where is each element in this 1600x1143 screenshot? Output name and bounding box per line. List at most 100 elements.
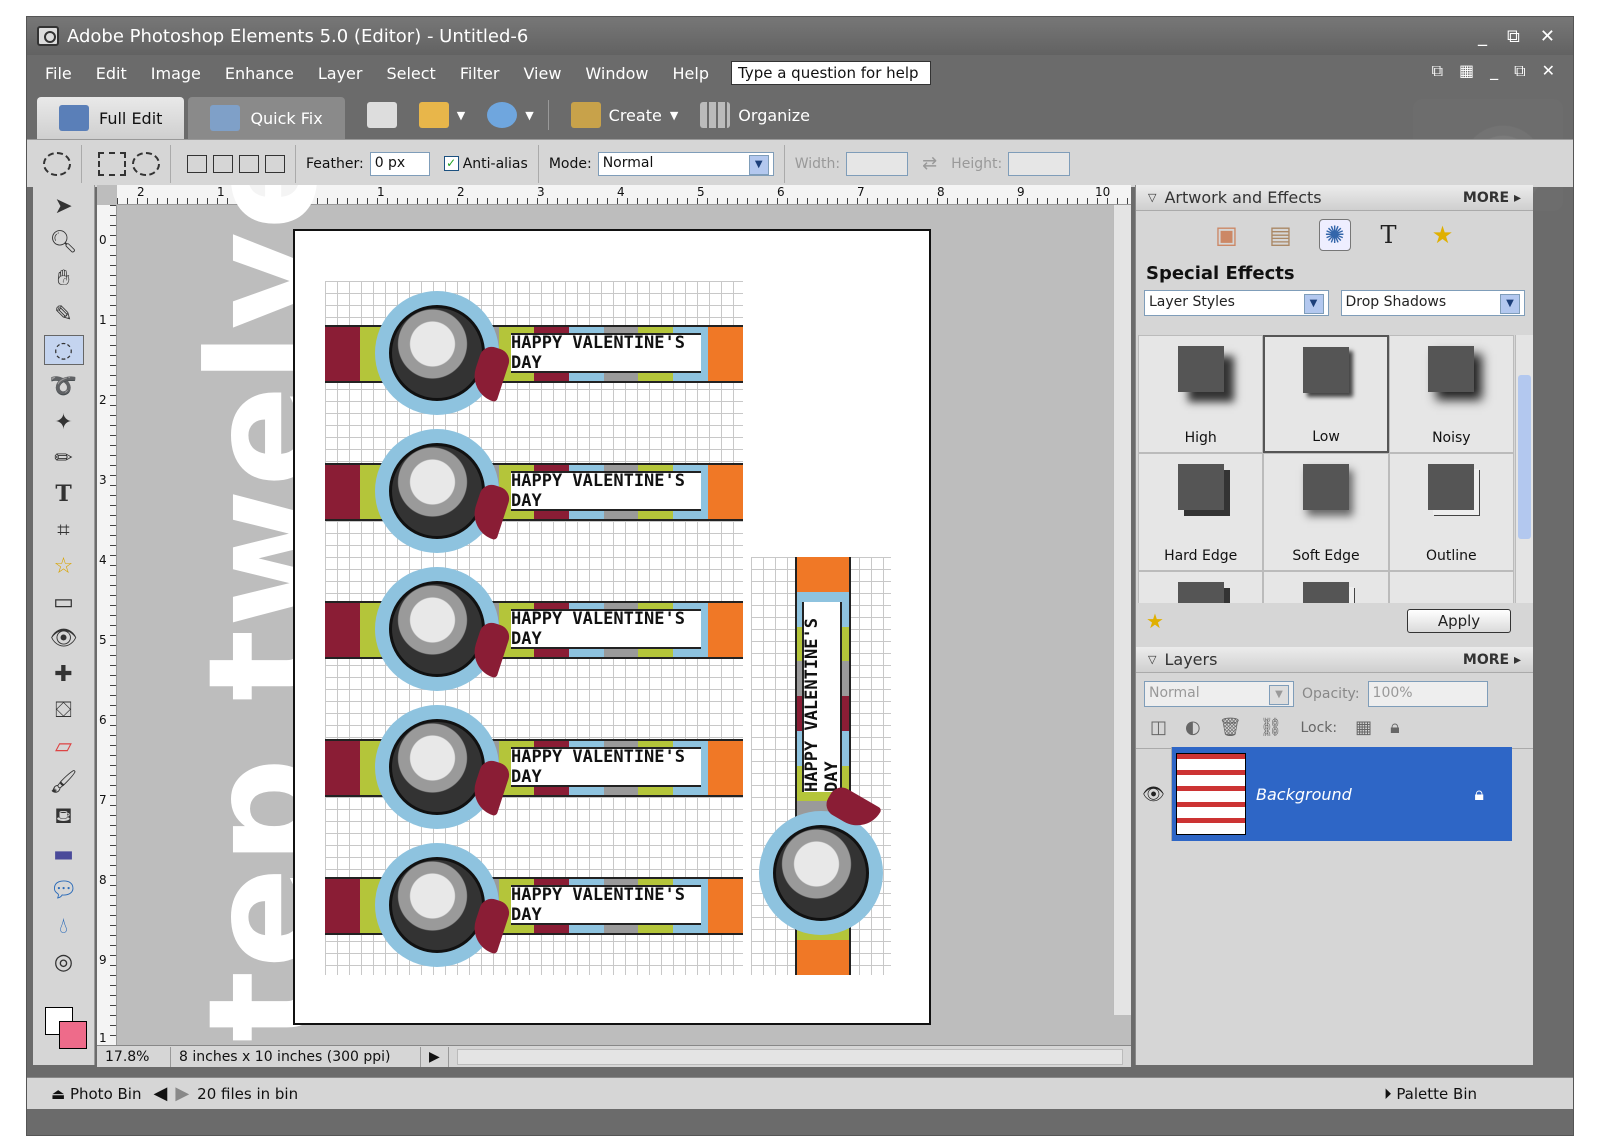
tile-icon[interactable]: ⧉ xyxy=(1432,61,1443,81)
red-eye-tool-icon[interactable]: 👁︎ xyxy=(44,623,84,653)
zoom-level[interactable]: 17.8% xyxy=(97,1046,171,1067)
scrollbar-thumb[interactable] xyxy=(1518,375,1531,539)
cookie-cutter-tool-icon[interactable]: ☆ xyxy=(44,551,84,581)
add-selection-icon[interactable] xyxy=(213,154,233,173)
canvas-area[interactable]: 2 1 0 1 2 3 4 5 6 7 8 9 10 0 1 2 3 4 5 6… xyxy=(97,185,1131,1045)
favorite-star-icon[interactable]: ★ xyxy=(1146,609,1164,633)
sponge-tool-icon[interactable]: ◎ xyxy=(44,947,84,977)
selection-brush-tool-icon[interactable]: ✏ xyxy=(44,443,84,473)
create-button[interactable]: Create ▼ xyxy=(570,102,678,128)
effect-more-2[interactable] xyxy=(1263,571,1389,603)
magic-wand-tool-icon[interactable]: ✦ xyxy=(44,407,84,437)
feather-input[interactable]: 0 px xyxy=(369,151,430,176)
intersect-selection-icon[interactable] xyxy=(265,154,285,173)
color-swatches[interactable] xyxy=(45,1007,89,1051)
swap-icon[interactable]: ⇄ xyxy=(922,153,937,174)
document-page[interactable]: HAPPY VALENTINE'S DAY HAPPY VALENTINE'S … xyxy=(293,229,931,1025)
lock-transparency-icon[interactable]: ▦ xyxy=(1355,717,1372,738)
more-menu-button[interactable]: MORE ▸ xyxy=(1463,652,1521,668)
previous-icon[interactable]: ◀ xyxy=(153,1083,167,1104)
doc-close-icon[interactable]: ✕ xyxy=(1542,61,1555,81)
shape-tool-icon[interactable]: 💬︎ xyxy=(44,875,84,905)
menu-view[interactable]: View xyxy=(511,64,573,83)
layer-styles-select[interactable]: Layer Styles ▼ xyxy=(1144,290,1329,316)
tab-quick-fix[interactable]: Quick Fix xyxy=(188,97,345,139)
menu-image[interactable]: Image xyxy=(139,64,213,83)
frames-icon[interactable]: ▤ xyxy=(1265,219,1297,251)
eyedropper-tool-icon[interactable]: ✎ xyxy=(44,299,84,329)
photo-bin-toggle[interactable]: ⏏ Photo Bin xyxy=(51,1085,141,1103)
effect-low[interactable]: Low xyxy=(1263,335,1389,453)
minimize-button[interactable]: _ xyxy=(1478,26,1487,47)
apply-button[interactable]: Apply xyxy=(1407,609,1511,633)
effects-scrollbar[interactable] xyxy=(1515,335,1533,603)
canvas-horizontal-scrollbar[interactable] xyxy=(456,1048,1123,1065)
menu-help[interactable]: Help xyxy=(661,64,721,83)
blur-tool-icon[interactable]: 💧︎ xyxy=(44,911,84,941)
new-layer-icon[interactable]: ◫ xyxy=(1150,717,1167,738)
lasso-tool-icon[interactable]: ➰ xyxy=(44,371,84,401)
collapse-triangle-icon[interactable]: ▽ xyxy=(1148,191,1156,204)
clone-stamp-tool-icon[interactable]: ⛋ xyxy=(44,695,84,725)
new-selection-icon[interactable] xyxy=(187,154,207,173)
subtract-selection-icon[interactable] xyxy=(239,154,259,173)
rectangle-marquee-icon[interactable] xyxy=(98,151,126,176)
healing-brush-tool-icon[interactable]: ✚ xyxy=(44,659,84,689)
layer-selected[interactable]: Background 🔒︎ xyxy=(1172,747,1512,841)
lock-all-icon[interactable]: 🔒︎ xyxy=(1390,717,1400,738)
straighten-tool-icon[interactable]: ▭ xyxy=(44,587,84,617)
canvas-vertical-scrollbar[interactable] xyxy=(1113,205,1131,1015)
zoom-tool-icon[interactable]: 🔍︎ xyxy=(44,227,84,257)
menu-window[interactable]: Window xyxy=(573,64,660,83)
hand-tool-icon[interactable]: ✋︎ xyxy=(44,263,84,293)
background-color[interactable] xyxy=(59,1021,87,1049)
antialias-checkbox[interactable]: ✓ Anti-alias xyxy=(443,156,528,172)
share-button[interactable]: ▼ xyxy=(418,102,465,128)
menu-select[interactable]: Select xyxy=(374,64,447,83)
width-input[interactable] xyxy=(846,151,909,176)
height-input[interactable] xyxy=(1008,151,1071,176)
favorites-icon[interactable]: ★ xyxy=(1427,219,1459,251)
elliptical-marquee-icon[interactable] xyxy=(43,151,71,176)
print-button[interactable] xyxy=(366,102,397,128)
next-icon[interactable]: ▶ xyxy=(175,1083,189,1104)
crop-tool-icon[interactable]: ⌗ xyxy=(44,515,84,545)
adjustment-layer-icon[interactable]: ◐ xyxy=(1185,717,1201,738)
layer-row[interactable]: 👁︎ Background 🔒︎ xyxy=(1136,747,1512,841)
email-button[interactable]: ▼ xyxy=(487,102,534,128)
menu-enhance[interactable]: Enhance xyxy=(213,64,306,83)
move-tool-icon[interactable]: ➤ xyxy=(44,191,84,221)
more-menu-button[interactable]: MORE ▸ xyxy=(1463,190,1521,206)
palette-bin-toggle[interactable]: ⏵ Palette Bin xyxy=(1384,1085,1477,1103)
marquee-tool-icon[interactable]: ◌ xyxy=(43,335,84,365)
menu-layer[interactable]: Layer xyxy=(306,64,375,83)
drop-shadows-select[interactable]: Drop Shadows ▼ xyxy=(1340,290,1525,316)
paint-bucket-tool-icon[interactable]: ⛾ xyxy=(44,803,84,833)
backgrounds-icon[interactable]: ▣ xyxy=(1211,219,1243,251)
close-button[interactable]: ✕ xyxy=(1540,26,1555,47)
artwork-effects-header[interactable]: ▽ Artwork and Effects MORE ▸ xyxy=(1136,185,1533,211)
type-tool-icon[interactable]: T xyxy=(44,479,84,509)
status-menu-arrow-icon[interactable]: ▶ xyxy=(421,1046,449,1067)
text-effects-icon[interactable]: T xyxy=(1373,219,1405,251)
effect-hard-edge[interactable]: Hard Edge xyxy=(1138,453,1264,571)
restore-button[interactable]: ⧉ xyxy=(1507,26,1520,47)
menu-filter[interactable]: Filter xyxy=(448,64,512,83)
visibility-eye-icon[interactable]: 👁︎ xyxy=(1136,747,1172,841)
doc-minimize-icon[interactable]: _ xyxy=(1490,61,1498,81)
mode-select[interactable]: Normal ▼ xyxy=(597,151,774,176)
blend-mode-select[interactable]: Normal ▼ xyxy=(1144,681,1294,707)
tab-full-edit[interactable]: Full Edit xyxy=(37,97,185,139)
grid-icon[interactable]: ▦ xyxy=(1459,61,1474,81)
effect-soft-edge[interactable]: Soft Edge xyxy=(1263,453,1389,571)
gradient-tool-icon[interactable]: ▬ xyxy=(44,839,84,869)
trash-icon[interactable]: 🗑︎ xyxy=(1219,717,1242,738)
collapse-triangle-icon[interactable]: ▽ xyxy=(1148,653,1156,666)
menu-edit[interactable]: Edit xyxy=(84,64,139,83)
menu-file[interactable]: File xyxy=(27,64,84,83)
effect-noisy[interactable]: Noisy xyxy=(1388,335,1514,453)
eraser-tool-icon[interactable]: ▱ xyxy=(44,731,84,761)
layers-header[interactable]: ▽ Layers MORE ▸ xyxy=(1136,647,1533,673)
link-icon[interactable]: ⛓︎ xyxy=(1260,717,1283,738)
organize-button[interactable]: Organize xyxy=(700,102,810,128)
